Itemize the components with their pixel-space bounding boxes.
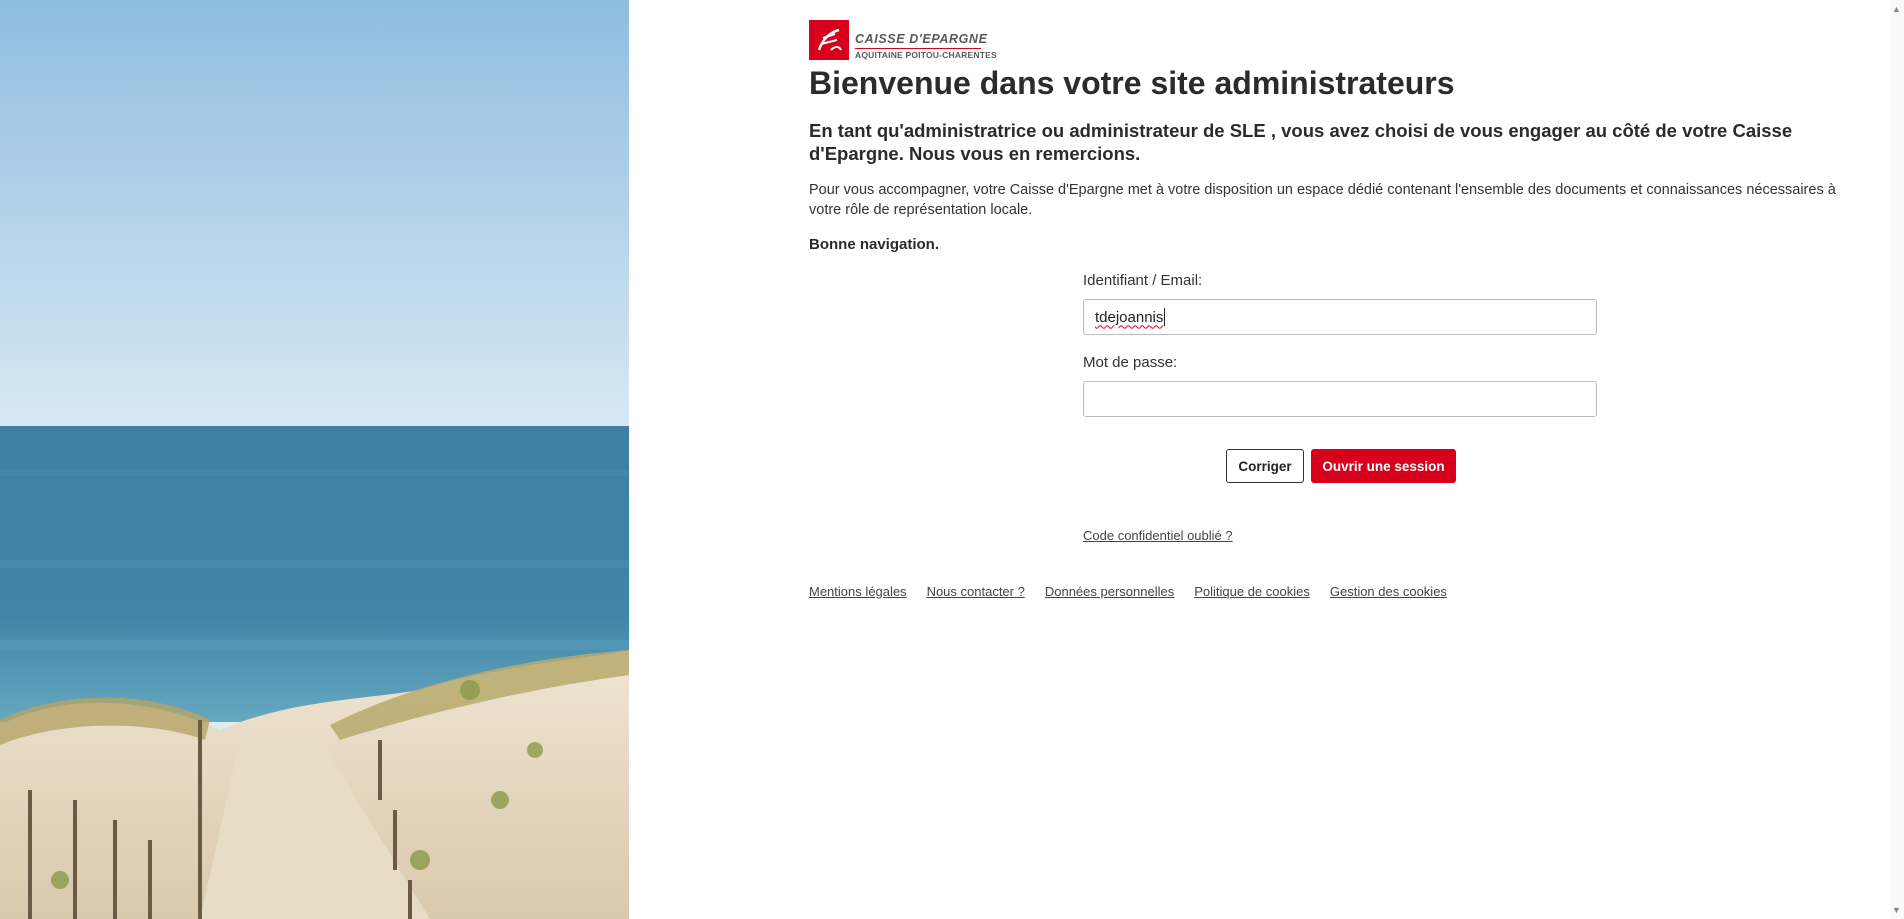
brand-name: CAISSE D'EPARGNE [855,32,988,46]
footer-link-mentions-legales[interactable]: Mentions légales [809,584,907,599]
intro-lead: En tant qu'administratrice ou administra… [809,120,1793,164]
squirrel-logo-icon [809,20,849,60]
footer-link-contact[interactable]: Nous contacter ? [927,584,1025,599]
footer-link-politique-cookies[interactable]: Politique de cookies [1194,584,1310,599]
identifier-label: Identifiant / Email: [1083,272,1203,289]
chevron-up-icon[interactable]: ▲ [1892,4,1901,14]
reset-button[interactable]: Corriger [1226,449,1304,483]
text-caret [1164,308,1166,326]
footer-link-donnees-personnelles[interactable]: Données personnelles [1045,584,1174,599]
chevron-down-icon[interactable]: ▼ [1892,905,1901,915]
identifier-input[interactable]: tdejoannis [1083,299,1597,335]
password-input[interactable] [1083,381,1597,417]
identifier-value: tdejoannis [1095,308,1164,326]
password-label: Mot de passe: [1083,354,1178,371]
footer-links: Mentions légales Nous contacter ? Donnée… [809,584,1447,599]
intro-description: Pour vous accompagner, votre Caisse d'Ep… [809,182,1836,218]
caisse-epargne-logo[interactable]: CAISSE D'EPARGNE AQUITAINE POITOU-CHAREN… [809,20,1009,62]
page-title: Bienvenue dans votre site administrateur… [809,65,1455,101]
brand-underline [855,48,981,49]
intro-closing: Bonne navigation. [809,236,940,253]
forgot-password-link[interactable]: Code confidentiel oublié ? [1083,528,1233,543]
vertical-scrollbar[interactable]: ▲ ▼ [1890,0,1904,919]
brand-region: AQUITAINE POITOU-CHARENTES [855,50,997,60]
beach-background-image [0,0,629,919]
footer-link-gestion-cookies[interactable]: Gestion des cookies [1330,584,1447,599]
login-button[interactable]: Ouvrir une session [1311,449,1456,483]
